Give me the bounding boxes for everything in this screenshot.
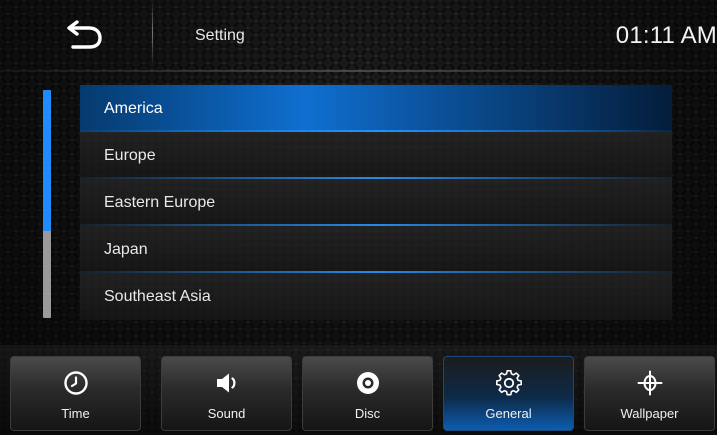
back-arrow-icon [63,16,107,57]
nav-disc-button[interactable]: Disc [302,356,433,431]
nav-wallpaper-button[interactable]: Wallpaper [584,356,715,431]
list-item-label: Europe [104,146,156,164]
list-item-eastern-europe[interactable]: Eastern Europe [80,179,672,226]
back-button[interactable] [40,6,130,66]
speaker-icon [214,370,240,396]
gear-icon [495,370,522,396]
region-list: America Europe Eastern Europe Japan Sout… [80,85,672,320]
header-separator [0,70,717,72]
scrollbar-thumb[interactable] [43,90,51,231]
disc-icon [355,370,381,396]
list-item-label: Southeast Asia [104,287,211,305]
nav-wallpaper-label: Wallpaper [620,406,679,421]
list-item-label: Japan [104,240,148,258]
list-item-label: America [104,99,163,117]
nav-general-label: General [485,406,532,421]
header-divider [152,0,153,66]
top-bar: Setting 01:11 AM [0,0,717,76]
list-item-america[interactable]: America [80,85,672,132]
nav-general-button[interactable]: General [443,356,574,431]
scrollbar[interactable] [43,90,51,318]
list-item-europe[interactable]: Europe [80,132,672,179]
nav-time-button[interactable]: Time [10,356,141,431]
nav-sound-button[interactable]: Sound [161,356,292,431]
settings-screen: Setting 01:11 AM America Europe Eastern … [0,0,717,435]
clock-icon [63,370,89,396]
wallpaper-icon [637,370,663,396]
list-item-label: Eastern Europe [104,193,216,211]
list-item-southeast-asia[interactable]: Southeast Asia [80,273,672,320]
nav-disc-label: Disc [354,406,381,421]
page-title: Setting [195,27,245,44]
bottom-nav: Time Sound Disc General Wallpaper [0,345,717,435]
list-item-japan[interactable]: Japan [80,226,672,273]
nav-time-label: Time [61,406,90,421]
clock: 01:11 AM [615,22,717,49]
nav-sound-label: Sound [207,406,246,421]
